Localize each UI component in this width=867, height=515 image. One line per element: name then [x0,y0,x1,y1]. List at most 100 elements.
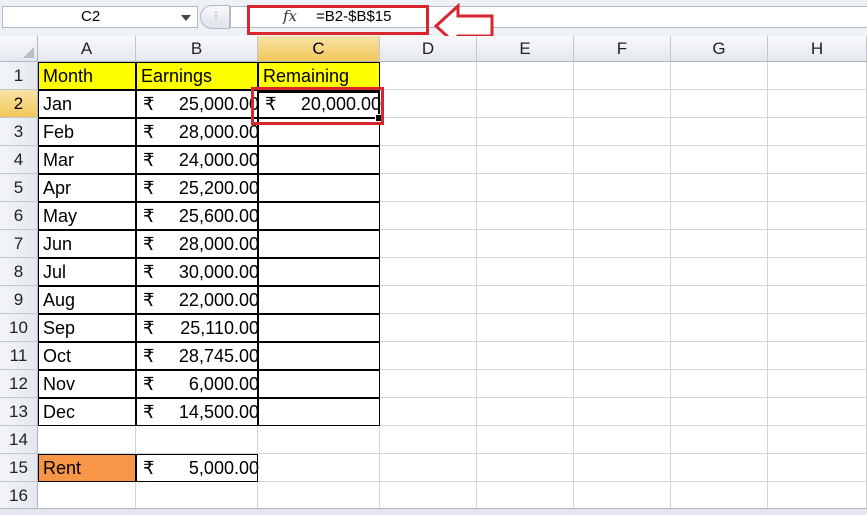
row-header-10[interactable]: 10 [0,314,38,342]
column-header-f[interactable]: F [574,36,671,62]
cell-d3[interactable] [380,118,477,146]
cell-g12[interactable] [671,370,768,398]
row-header-4[interactable]: 4 [0,146,38,174]
cell-e7[interactable] [477,230,574,258]
cell-c13[interactable] [258,398,380,426]
row-header-14[interactable]: 14 [0,426,38,454]
cell-e4[interactable] [477,146,574,174]
cell-g2[interactable] [671,90,768,118]
cell-d8[interactable] [380,258,477,286]
cell-f6[interactable] [574,202,671,230]
cell-d11[interactable] [380,342,477,370]
cell-c1[interactable]: Remaining [258,62,380,90]
cell-f8[interactable] [574,258,671,286]
cell-a13[interactable]: Dec [38,398,136,426]
cell-b14[interactable] [136,426,258,454]
cell-g6[interactable] [671,202,768,230]
cell-h12[interactable] [768,370,867,398]
cell-f5[interactable] [574,174,671,202]
cell-e13[interactable] [477,398,574,426]
cell-c16[interactable] [258,482,380,510]
cell-e16[interactable] [477,482,574,510]
cell-e11[interactable] [477,342,574,370]
column-header-d[interactable]: D [380,36,477,62]
cell-c7[interactable] [258,230,380,258]
cell-g14[interactable] [671,426,768,454]
cell-a10[interactable]: Sep [38,314,136,342]
cell-d15[interactable] [380,454,477,482]
cell-g15[interactable] [671,454,768,482]
cell-h11[interactable] [768,342,867,370]
cell-e2[interactable] [477,90,574,118]
cell-f7[interactable] [574,230,671,258]
cell-b8[interactable]: ₹30,000.00 [136,258,259,286]
cell-b13[interactable]: ₹14,500.00 [136,398,259,426]
row-header-16[interactable]: 16 [0,482,38,510]
column-header-h[interactable]: H [768,36,867,62]
cell-h5[interactable] [768,174,867,202]
cell-g11[interactable] [671,342,768,370]
cell-d14[interactable] [380,426,477,454]
row-header-3[interactable]: 3 [0,118,38,146]
row-header-13[interactable]: 13 [0,398,38,426]
cell-a9[interactable]: Aug [38,286,136,314]
cell-b5[interactable]: ₹25,200.00 [136,174,259,202]
cell-f12[interactable] [574,370,671,398]
cell-g5[interactable] [671,174,768,202]
row-header-2[interactable]: 2 [0,90,38,118]
cell-f2[interactable] [574,90,671,118]
cell-e6[interactable] [477,202,574,230]
column-header-g[interactable]: G [671,36,768,62]
cell-h16[interactable] [768,482,867,510]
cell-h6[interactable] [768,202,867,230]
name-box[interactable]: C2 [2,6,198,28]
cell-e12[interactable] [477,370,574,398]
cell-b12[interactable]: ₹6,000.00 [136,370,259,398]
cell-a12[interactable]: Nov [38,370,136,398]
row-header-11[interactable]: 11 [0,342,38,370]
cell-d13[interactable] [380,398,477,426]
cell-h13[interactable] [768,398,867,426]
cell-g10[interactable] [671,314,768,342]
cell-c9[interactable] [258,286,380,314]
cell-e3[interactable] [477,118,574,146]
row-header-15[interactable]: 15 [0,454,38,482]
cell-b11[interactable]: ₹28,745.00 [136,342,259,370]
cell-c5[interactable] [258,174,380,202]
cell-b4[interactable]: ₹24,000.00 [136,146,259,174]
cell-c10[interactable] [258,314,380,342]
cell-b3[interactable]: ₹28,000.00 [136,118,259,146]
name-box-dropdown-icon[interactable] [181,15,191,21]
cell-a2[interactable]: Jan [38,90,136,118]
row-header-7[interactable]: 7 [0,230,38,258]
cell-b7[interactable]: ₹28,000.00 [136,230,259,258]
cell-f14[interactable] [574,426,671,454]
cell-f13[interactable] [574,398,671,426]
cell-f10[interactable] [574,314,671,342]
row-header-8[interactable]: 8 [0,258,38,286]
cell-e15[interactable] [477,454,574,482]
cell-h8[interactable] [768,258,867,286]
cell-d6[interactable] [380,202,477,230]
cell-c2[interactable]: ₹20,000.00 [258,90,381,118]
cell-c12[interactable] [258,370,380,398]
cell-e14[interactable] [477,426,574,454]
column-header-b[interactable]: B [136,36,258,62]
cell-g16[interactable] [671,482,768,510]
cell-e1[interactable] [477,62,574,90]
cell-c6[interactable] [258,202,380,230]
row-header-12[interactable]: 12 [0,370,38,398]
cell-f9[interactable] [574,286,671,314]
column-header-e[interactable]: E [477,36,574,62]
cell-e10[interactable] [477,314,574,342]
cell-h1[interactable] [768,62,867,90]
cell-a6[interactable]: May [38,202,136,230]
row-header-5[interactable]: 5 [0,174,38,202]
cell-g8[interactable] [671,258,768,286]
select-all-corner[interactable] [0,36,38,62]
cell-h4[interactable] [768,146,867,174]
cell-a5[interactable]: Apr [38,174,136,202]
cell-h7[interactable] [768,230,867,258]
cell-g13[interactable] [671,398,768,426]
cell-d10[interactable] [380,314,477,342]
